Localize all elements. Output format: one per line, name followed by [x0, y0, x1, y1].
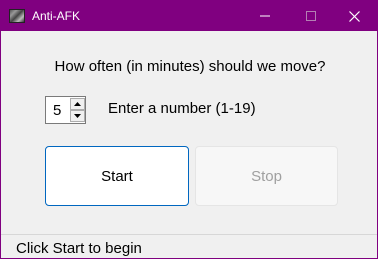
interval-stepper[interactable]: 5 [45, 96, 86, 124]
stop-button[interactable]: Stop [195, 146, 338, 206]
window-title: Anti-AFK [32, 9, 81, 23]
maximize-button[interactable] [288, 1, 334, 31]
interval-prompt: How often (in minutes) should we move? [54, 58, 326, 75]
status-text: Click Start to begin [16, 240, 142, 257]
status-bar: Click Start to begin [1, 234, 377, 258]
minimize-icon [260, 15, 270, 17]
maximize-icon [306, 11, 316, 21]
increment-button[interactable] [70, 98, 85, 110]
close-icon [348, 10, 360, 22]
app-icon [9, 9, 25, 23]
interval-value[interactable]: 5 [53, 102, 61, 119]
interval-hint: Enter a number (1-19) [108, 100, 256, 117]
title-bar[interactable]: Anti-AFK [1, 1, 377, 31]
app-window: Anti-AFK How often (in minutes) should w… [0, 0, 378, 259]
start-button[interactable]: Start [45, 146, 189, 206]
decrement-button[interactable] [70, 110, 85, 122]
chevron-down-icon [74, 114, 81, 118]
minimize-button[interactable] [242, 1, 288, 31]
chevron-up-icon [74, 102, 81, 106]
close-button[interactable] [331, 1, 377, 31]
